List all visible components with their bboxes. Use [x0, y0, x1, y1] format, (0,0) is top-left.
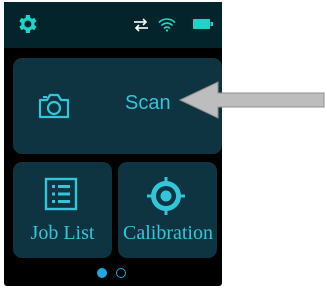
- calibration-label: Calibration: [123, 222, 213, 244]
- status-bar: [4, 2, 222, 48]
- swap-arrows-icon: [134, 18, 148, 32]
- calibration-tile[interactable]: Calibration: [118, 162, 217, 258]
- gear-icon[interactable]: [15, 12, 39, 36]
- page-indicator: [4, 268, 222, 280]
- job-list-label: Job List: [30, 222, 95, 244]
- wifi-icon: [158, 18, 176, 32]
- camera-icon: [38, 93, 70, 119]
- pointer-arrow-icon: [178, 81, 325, 119]
- page-dot-active[interactable]: [97, 268, 107, 278]
- device-screen: Scan Job List Calibration: [4, 2, 222, 286]
- list-icon: [44, 177, 78, 211]
- target-icon: [147, 177, 185, 215]
- scan-label: Scan: [125, 92, 171, 114]
- page-dot-inactive[interactable]: [116, 268, 126, 278]
- battery-icon: [193, 19, 213, 29]
- job-list-tile[interactable]: Job List: [13, 162, 112, 258]
